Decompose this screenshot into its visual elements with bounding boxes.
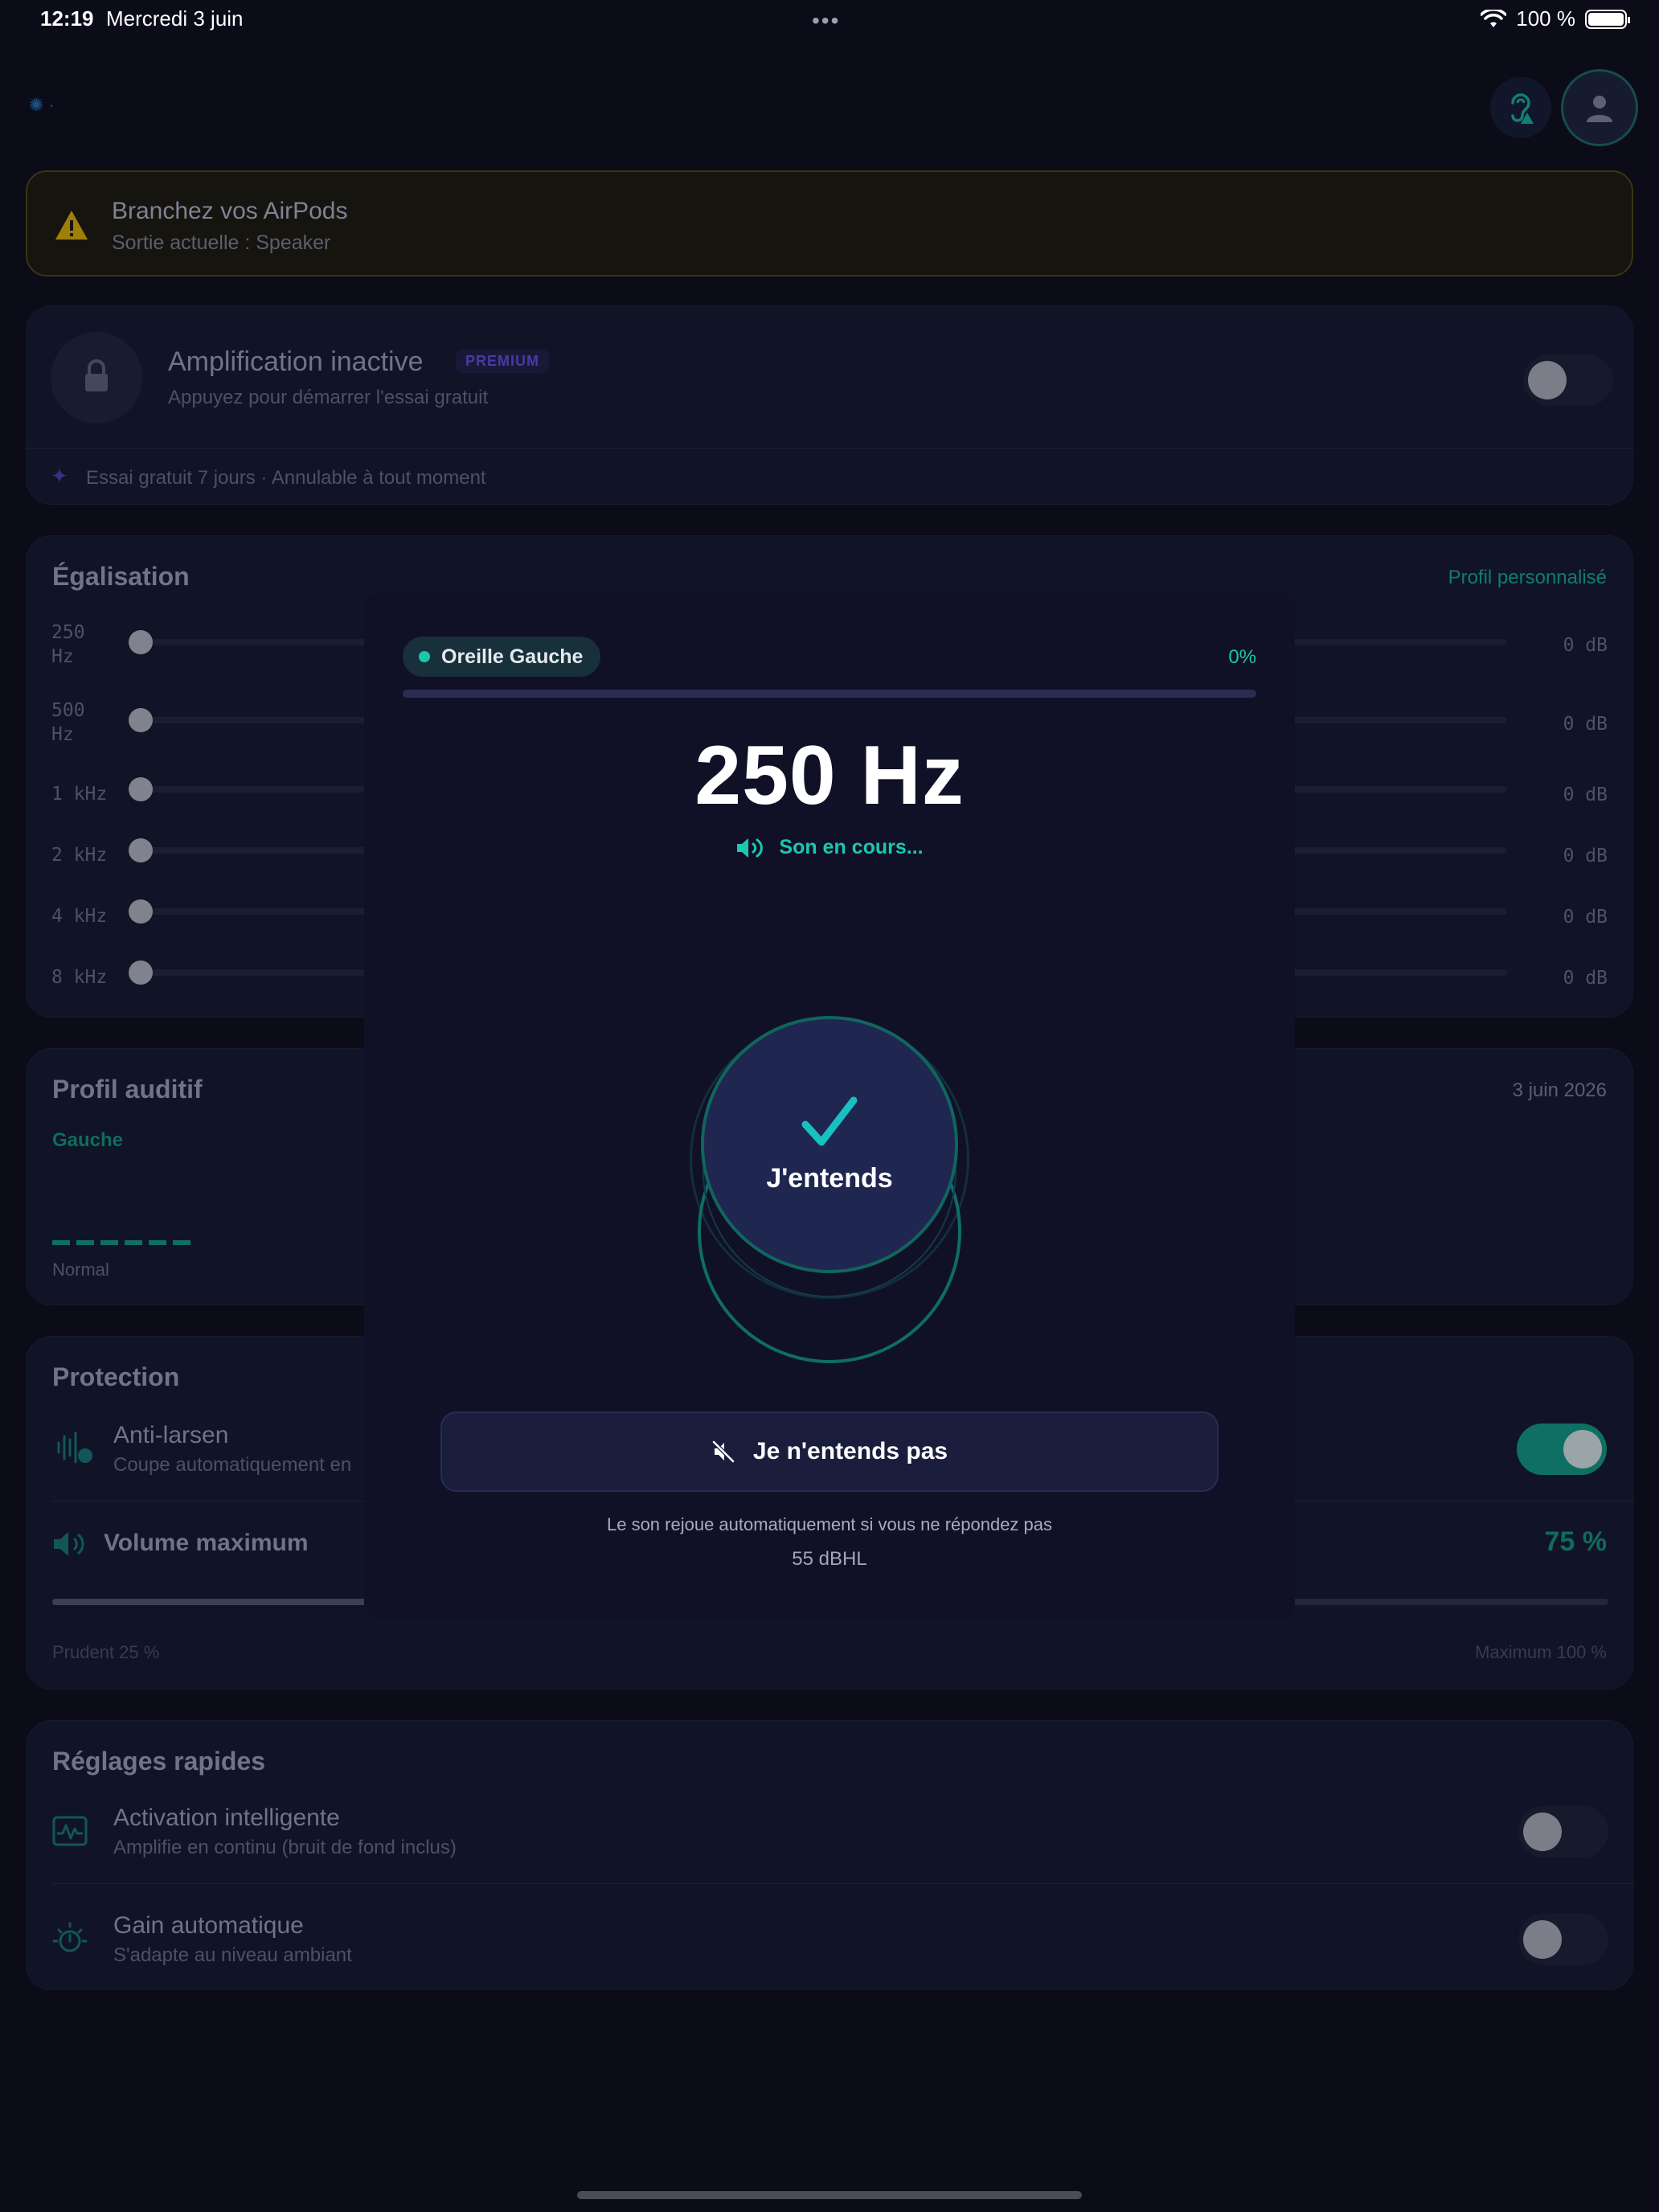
status-indicators: 100 % [1481, 6, 1630, 31]
quick-settings-divider [52, 1883, 1634, 1884]
eq-value: 0 dB [1563, 846, 1608, 866]
i-dont-hear-button[interactable]: Je n'entends pas [440, 1411, 1219, 1492]
auto-gain-title: Gain automatique [113, 1912, 304, 1939]
hearing-profile-title: Profil auditif [52, 1075, 203, 1104]
lock-icon [85, 359, 108, 391]
eq-slider-knob[interactable] [129, 838, 153, 862]
sound-status: Son en cours... [364, 836, 1295, 859]
speaker-muted-icon [712, 1440, 735, 1463]
min-volume-label: Prudent 25 % [52, 1642, 160, 1662]
multitask-dots-icon[interactable]: ••• [812, 8, 840, 34]
i-hear-button[interactable]: J'entends [701, 1016, 958, 1273]
warning-icon [55, 211, 88, 240]
eq-value: 0 dB [1563, 784, 1608, 805]
max-volume-value: 75 % [1544, 1526, 1608, 1557]
smart-activation-subtitle: Amplifie en continu (bruit de fond inclu… [113, 1837, 457, 1858]
status-time: 12:19 [40, 6, 94, 31]
auto-gain-toggle[interactable] [1518, 1914, 1608, 1965]
eq-label: 2 kHz [51, 845, 108, 866]
hearing-profile-date: 3 juin 2026 [1512, 1079, 1607, 1101]
sound-status-text: Son en cours... [779, 836, 924, 858]
wifi-icon [1481, 9, 1507, 27]
lock-button[interactable] [51, 332, 142, 424]
speaker-icon [54, 1532, 84, 1556]
premium-badge: PREMIUM [456, 350, 549, 373]
eq-slider-knob[interactable] [129, 630, 153, 654]
activity-icon [52, 1816, 88, 1846]
protection-title: Protection [52, 1362, 180, 1391]
i-hear-label: J'entends [766, 1162, 893, 1194]
eq-value: 0 dB [1563, 635, 1608, 656]
profile-button[interactable] [1561, 69, 1638, 146]
quick-settings-card: Réglages rapides Activation intelligente… [26, 1720, 1634, 1990]
warning-subtitle: Sortie actuelle : Speaker [112, 231, 331, 254]
home-indicator[interactable] [577, 2191, 1082, 2199]
quick-settings-title: Réglages rapides [52, 1747, 265, 1776]
status-bar: 12:19 Mercredi 3 juin ••• 100 % [0, 0, 1659, 40]
max-volume-label: Maximum 100 % [1475, 1642, 1607, 1662]
hearing-test-modal: Oreille Gauche 0% 250 Hz Son en cours...… [364, 593, 1295, 1619]
max-volume-title: Volume maximum [104, 1530, 309, 1556]
sparkle-icon: ✦ [51, 464, 68, 488]
amplification-subtitle: Appuyez pour démarrer l'essai gratuit [168, 387, 489, 408]
waveform-alert-icon [57, 1432, 92, 1464]
eq-label: 1 kHz [51, 784, 108, 805]
warning-title: Branchez vos AirPods [112, 198, 348, 224]
test-level: 55 dBHL [792, 1548, 867, 1570]
amplification-toggle[interactable] [1523, 354, 1613, 406]
status-date: Mercredi 3 juin [106, 6, 244, 31]
auto-gain-icon [52, 1922, 88, 1952]
ear-indicator: Oreille Gauche [403, 637, 601, 677]
speaker-playing-icon [737, 838, 764, 858]
equalization-title: Égalisation [52, 562, 190, 591]
eq-slider-knob[interactable] [129, 899, 153, 924]
eq-label: 4 kHz [51, 906, 108, 927]
smart-activation-title: Activation intelligente [113, 1804, 340, 1831]
ear-warning-icon [1511, 93, 1534, 124]
test-progress-percent: 0% [1228, 646, 1256, 668]
amplification-divider [27, 448, 1634, 449]
airpods-warning[interactable]: Branchez vos AirPods Sortie actuelle : S… [26, 170, 1633, 276]
eq-value: 0 dB [1563, 714, 1608, 735]
eq-slider-knob[interactable] [129, 708, 153, 732]
hearing-level-label: Normal [52, 1260, 109, 1280]
eq-value: 0 dB [1563, 907, 1608, 928]
battery-percent: 100 % [1516, 6, 1575, 31]
anti-feedback-title: Anti-larsen [113, 1422, 229, 1448]
eq-value: 0 dB [1563, 968, 1608, 989]
auto-gain-subtitle: S'adapte au niveau ambiant [113, 1944, 352, 1966]
eq-slider-knob[interactable] [129, 961, 153, 985]
battery-icon [1585, 9, 1630, 29]
amplification-title: Amplification inactive [168, 346, 424, 377]
i-dont-hear-label: Je n'entends pas [752, 1438, 948, 1464]
eq-label: 8 kHz [51, 967, 108, 988]
app-logo-icon: ✺ · [29, 95, 55, 115]
hearing-profile-ear: Gauche [52, 1129, 124, 1151]
custom-profile-link[interactable]: Profil personnalisé [1448, 567, 1607, 589]
eq-slider-knob[interactable] [129, 777, 153, 801]
test-frequency: 250 Hz [694, 729, 965, 822]
hearing-level-line [52, 1240, 190, 1245]
eq-label: 500 Hz [51, 700, 85, 745]
smart-activation-toggle[interactable] [1518, 1806, 1608, 1858]
auto-replay-note: Le son rejoue automatiquement si vous ne… [606, 1514, 1053, 1534]
hearing-alert-button[interactable] [1490, 77, 1551, 138]
anti-feedback-subtitle: Coupe automatiquement en [113, 1454, 352, 1476]
test-progress-bar [403, 690, 1256, 698]
amplification-card[interactable]: Amplification inactive PREMIUM Appuyez p… [26, 305, 1634, 505]
eq-label: 250 Hz [51, 622, 85, 667]
trial-note: Essai gratuit 7 jours · Annulable à tout… [86, 467, 486, 489]
user-icon [1587, 96, 1612, 122]
checkmark-icon [801, 1096, 858, 1145]
anti-feedback-toggle[interactable] [1517, 1423, 1607, 1475]
